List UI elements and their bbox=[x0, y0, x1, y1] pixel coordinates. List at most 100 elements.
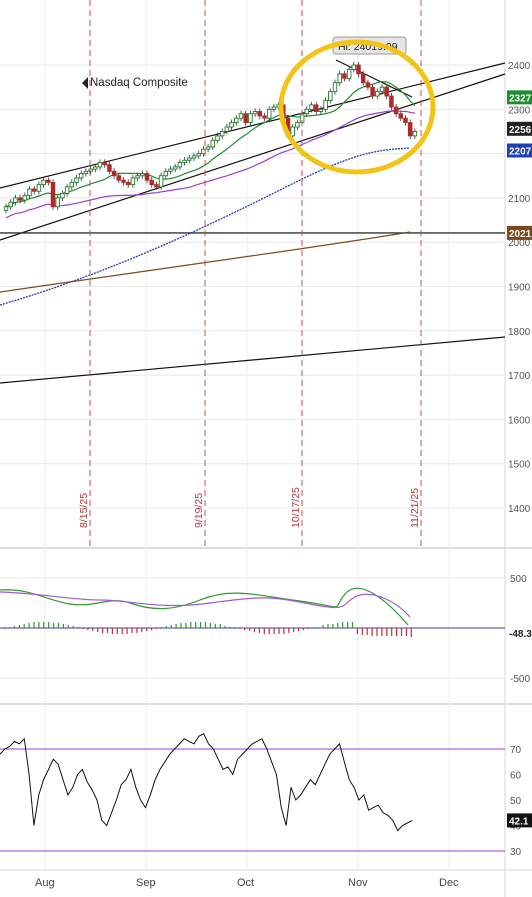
candle-up bbox=[271, 106, 277, 110]
macd-histogram-bar bbox=[356, 628, 358, 634]
candle-up bbox=[93, 166, 98, 170]
macd-histogram-bar bbox=[229, 627, 231, 628]
candle-down bbox=[31, 188, 37, 192]
macd-histogram-bar bbox=[155, 628, 158, 629]
candle-up bbox=[328, 91, 333, 101]
candle-up bbox=[69, 181, 75, 188]
macd-histogram-bar bbox=[273, 628, 275, 634]
candle-up bbox=[88, 168, 93, 172]
last-value-tag-label: 2021 bbox=[509, 229, 532, 240]
macd-histogram-bar bbox=[151, 628, 153, 630]
macd-histogram-bar bbox=[185, 623, 187, 628]
candle-up bbox=[172, 166, 178, 170]
candle-up bbox=[234, 117, 239, 124]
macd-histogram-bar bbox=[200, 622, 202, 628]
macd-histogram-bar bbox=[371, 628, 373, 636]
macd-histogram-bar bbox=[214, 624, 216, 628]
candle-up bbox=[379, 86, 385, 93]
candle-down bbox=[398, 113, 404, 119]
macd-histogram-bar bbox=[219, 624, 221, 628]
candle-up bbox=[219, 130, 225, 137]
macd-histogram-bar bbox=[204, 622, 207, 628]
macd-histogram-bar bbox=[87, 628, 89, 630]
macd-axis-label: 500 bbox=[510, 574, 527, 585]
candle-up bbox=[215, 135, 220, 141]
candle-up bbox=[158, 175, 164, 188]
rsi-axis-label: 30 bbox=[510, 847, 522, 858]
candle-up bbox=[168, 168, 173, 172]
macd-last-value-tag: -48.3 bbox=[509, 629, 532, 640]
price-axis-label: 2300 bbox=[508, 105, 531, 116]
candle-up bbox=[295, 122, 300, 128]
macd-histogram-bar bbox=[165, 626, 167, 628]
macd-histogram-bar bbox=[288, 628, 290, 633]
candle-up bbox=[196, 153, 201, 157]
candle-up bbox=[304, 108, 310, 115]
rsi-last-value-tag-label: 42.1 bbox=[509, 816, 529, 827]
macd-histogram-bar bbox=[283, 628, 285, 634]
macd-histogram-bar bbox=[170, 625, 172, 628]
event-marker-label: 9/19/25 bbox=[193, 493, 205, 528]
macd-histogram-bar bbox=[302, 628, 305, 630]
macd-histogram-bar bbox=[337, 623, 339, 628]
macd-histogram-bar bbox=[23, 624, 25, 628]
macd-histogram-bar bbox=[57, 623, 60, 628]
candle-up bbox=[323, 99, 328, 110]
candle-up bbox=[64, 186, 70, 194]
macd-histogram-bar bbox=[312, 628, 314, 629]
macd-histogram-bar bbox=[43, 622, 45, 628]
candle-down bbox=[102, 162, 107, 166]
macd-histogram-bar bbox=[253, 628, 256, 632]
macd-histogram-bar bbox=[278, 628, 280, 634]
last-value-tag-label: 2207 bbox=[509, 146, 532, 157]
candle-down bbox=[262, 115, 267, 119]
macd-histogram-bar bbox=[13, 626, 15, 628]
candle-down bbox=[243, 113, 248, 124]
macd-histogram-bar bbox=[298, 628, 300, 631]
candle-up bbox=[182, 159, 187, 163]
candle-up bbox=[290, 126, 295, 137]
time-axis-label: Sep bbox=[136, 877, 156, 889]
macd-histogram-bar bbox=[111, 628, 113, 634]
macd-histogram-bar bbox=[268, 628, 270, 634]
macd-histogram-bar bbox=[77, 627, 79, 628]
macd-axis-label: -500 bbox=[510, 674, 530, 685]
macd-histogram-bar bbox=[293, 628, 295, 632]
candle-down bbox=[407, 122, 413, 137]
candle-up bbox=[135, 175, 140, 179]
candle-up bbox=[375, 91, 380, 97]
macd-histogram-bar bbox=[136, 628, 138, 633]
candle-down bbox=[313, 104, 319, 112]
candle-down bbox=[149, 179, 154, 186]
candle-up bbox=[332, 82, 338, 93]
macd-histogram-bar bbox=[258, 628, 260, 633]
price-axis-label: 1900 bbox=[508, 283, 531, 294]
rsi-axis-label: 70 bbox=[510, 745, 522, 756]
macd-histogram-bar bbox=[8, 627, 11, 628]
candle-down bbox=[111, 170, 117, 177]
candle-up bbox=[266, 108, 272, 119]
macd-histogram-bar bbox=[410, 628, 412, 637]
macd-histogram-bar bbox=[102, 628, 104, 633]
candle-down bbox=[46, 179, 51, 183]
macd-histogram-bar bbox=[72, 626, 74, 628]
macd-histogram-bar bbox=[361, 628, 363, 635]
candle-down bbox=[370, 86, 375, 97]
last-value-tag-label: 2256 bbox=[509, 125, 532, 136]
macd-histogram-bar bbox=[18, 625, 20, 628]
candle-up bbox=[177, 162, 183, 168]
candle-up bbox=[346, 68, 352, 79]
candle-up bbox=[140, 173, 145, 177]
candle-down bbox=[342, 73, 347, 79]
candle-up bbox=[210, 139, 216, 148]
macd-histogram-bar bbox=[351, 622, 354, 628]
rsi-axis-label: 50 bbox=[510, 796, 522, 807]
candle-up bbox=[337, 73, 342, 84]
event-marker-label: 8/15/25 bbox=[78, 493, 90, 528]
candle-up bbox=[205, 146, 211, 150]
candle-up bbox=[3, 206, 9, 211]
macd-histogram-bar bbox=[126, 628, 128, 634]
candle-up bbox=[130, 177, 136, 186]
chart: 8/15/25 9/19/25 10/17/25 11/21/25 500 -500 -4… bbox=[0, 0, 532, 897]
candle-down bbox=[257, 111, 263, 117]
